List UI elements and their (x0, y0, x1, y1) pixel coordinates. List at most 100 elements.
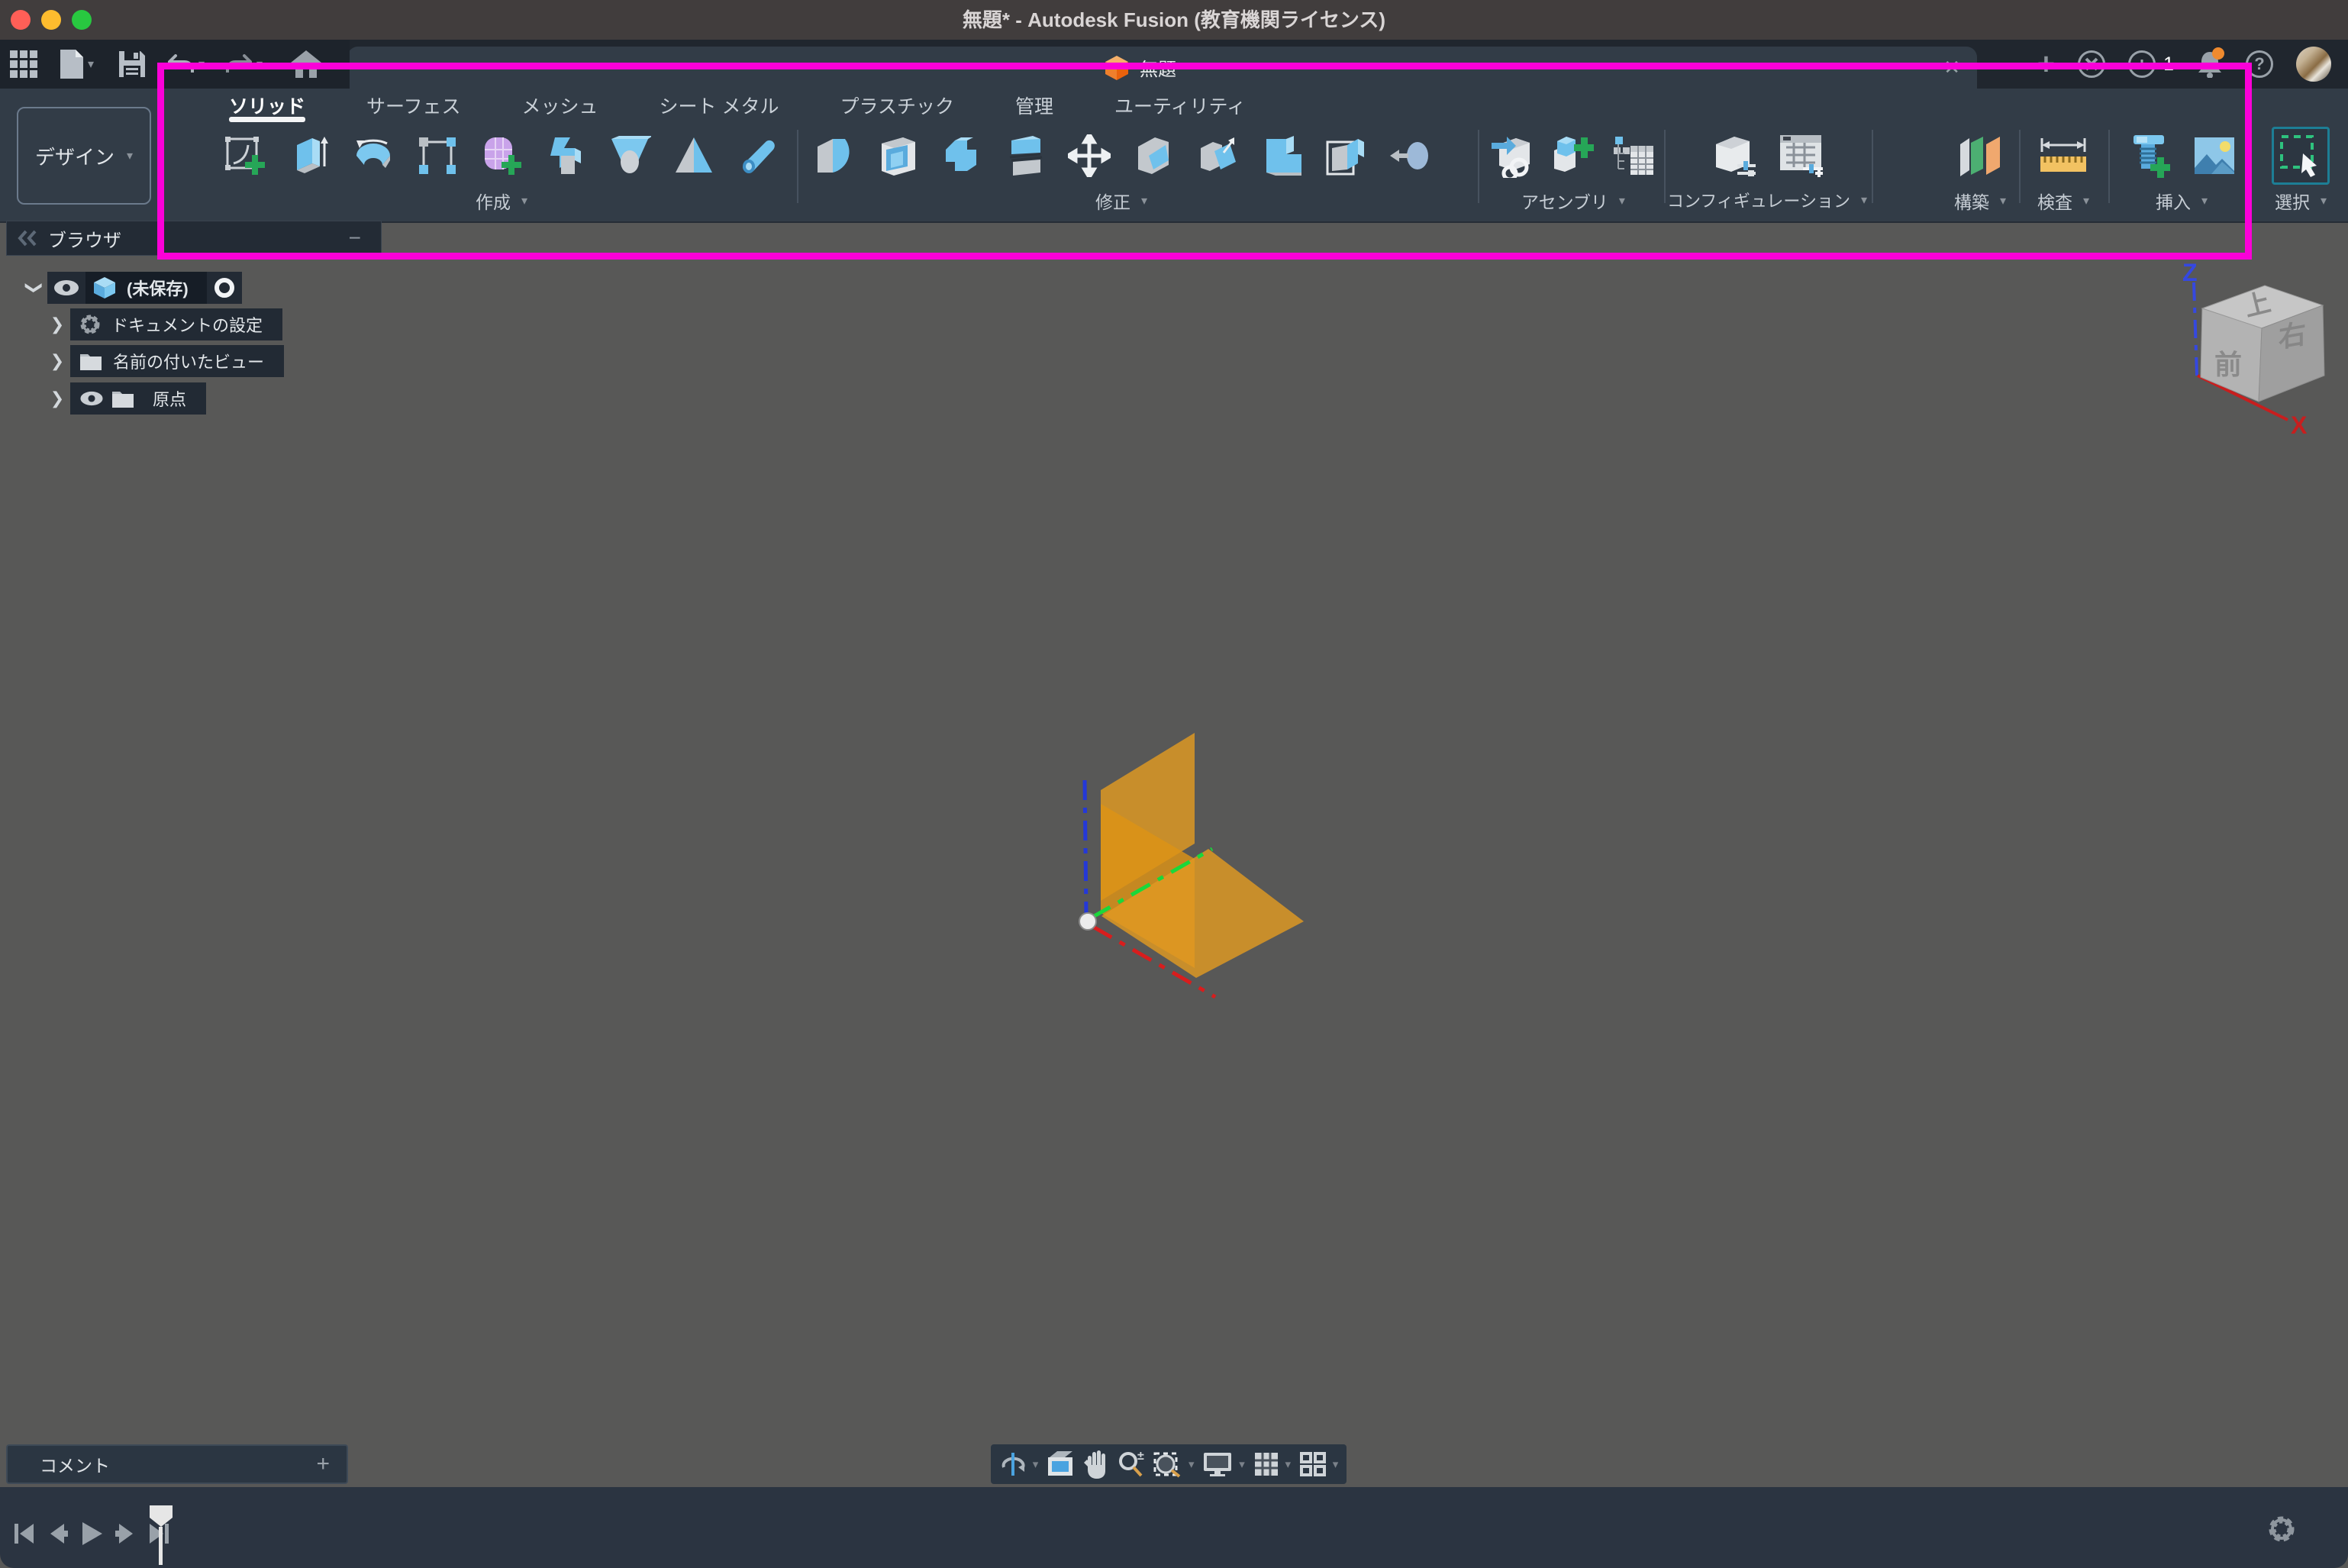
redo-caret-icon: ▾ (256, 56, 263, 72)
browser-row-origin[interactable]: ❯ 原点 (44, 382, 206, 415)
construction-plane-icon[interactable] (1956, 134, 2005, 178)
pan-button[interactable] (1084, 1450, 1110, 1479)
viewcube-front-label: 前 (2214, 349, 2242, 380)
tab-mesh[interactable]: メッシュ (522, 92, 598, 119)
active-tab-underline (229, 117, 305, 122)
browser-row-document-settings[interactable]: ❯ ドキュメントの設定 (44, 308, 282, 340)
visibility-eye-icon[interactable] (79, 391, 104, 406)
new-tab-button[interactable]: + (2037, 47, 2055, 82)
modify-caret-icon: ▾ (1141, 193, 1147, 208)
browser-row-named-views[interactable]: ❯ 名前の付いたビュー (44, 345, 284, 377)
redo-button[interactable]: ▾ (215, 40, 273, 89)
add-comment-icon[interactable]: + (316, 1451, 330, 1477)
draft-icon[interactable] (1131, 134, 1176, 178)
activate-radio-icon[interactable] (214, 278, 234, 298)
save-button[interactable] (107, 40, 157, 89)
zoom-button[interactable]: ± (1118, 1450, 1145, 1478)
configure-icon[interactable] (1709, 131, 1758, 180)
measure-icon[interactable] (2038, 134, 2088, 178)
file-menu-button[interactable]: ▾ (47, 40, 107, 89)
go-to-start-button[interactable] (12, 1522, 35, 1545)
tab-plastic[interactable]: プラスチック (840, 92, 955, 119)
grid-settings-button[interactable]: ▾ (1253, 1451, 1292, 1477)
combine-icon[interactable] (939, 134, 983, 178)
visibility-eye-icon[interactable] (53, 279, 79, 296)
app-grid-icon[interactable] (0, 40, 47, 89)
pipe-icon[interactable] (736, 134, 780, 178)
tab-manage[interactable]: 管理 (1015, 92, 1053, 119)
help-icon[interactable]: ? (2246, 50, 2273, 78)
document-tab[interactable]: 無題* ✕ (347, 47, 1977, 89)
insert-fastener-icon[interactable] (2127, 134, 2171, 178)
configuration-table-icon[interactable] (1776, 131, 1825, 180)
fillet-icon[interactable] (811, 134, 855, 178)
look-at-icon (1047, 1451, 1076, 1477)
look-at-button[interactable] (1047, 1451, 1076, 1477)
fit-button[interactable]: ▾ (1153, 1450, 1195, 1478)
collapse-panel-icon[interactable] (18, 230, 37, 247)
ribbon-separator (2108, 130, 2110, 203)
play-button[interactable] (79, 1521, 104, 1547)
split-body-icon[interactable] (1003, 134, 1047, 178)
browser-row-document[interactable]: ❯ (未保存) (21, 272, 242, 304)
step-forward-button[interactable] (114, 1522, 137, 1545)
insert-group-label[interactable]: 挿入▾ (2156, 188, 2208, 214)
step-back-button[interactable] (46, 1522, 69, 1545)
new-component-icon[interactable] (1551, 134, 1595, 178)
comments-panel[interactable]: コメント + (6, 1444, 348, 1484)
workspace-selector[interactable]: デザイン ▾ (17, 107, 151, 205)
move-copy-icon[interactable] (1067, 134, 1111, 178)
loft-icon[interactable] (608, 134, 652, 178)
assemble-group-label[interactable]: アセンブリ▾ (1521, 188, 1625, 214)
display-settings-button[interactable]: ▾ (1202, 1451, 1245, 1477)
ribbon-separator (1478, 130, 1479, 203)
sweep-icon[interactable] (543, 134, 588, 178)
create-group-label[interactable]: 作成▾ (476, 188, 527, 214)
derive-icon[interactable] (415, 134, 460, 178)
modify-group-label[interactable]: 修正▾ (1095, 188, 1147, 214)
chevron-right-icon[interactable]: ❯ (44, 351, 70, 371)
origin-triad[interactable] (1061, 718, 1321, 1008)
viewports-button[interactable]: ▾ (1299, 1451, 1339, 1477)
revolve-icon[interactable] (351, 134, 395, 178)
user-avatar[interactable] (2296, 47, 2331, 82)
canvas-image-icon[interactable] (2192, 134, 2237, 178)
timeline-settings-gear-icon[interactable] (2267, 1515, 2296, 1544)
chevron-right-icon[interactable]: ❯ (44, 389, 70, 408)
timeline-marker[interactable] (150, 1505, 173, 1565)
extrude-icon[interactable] (287, 134, 331, 178)
bom-table-icon[interactable] (1612, 134, 1656, 178)
minimize-panel-icon[interactable]: − (349, 226, 361, 250)
tab-sheet-metal[interactable]: シート メタル (660, 92, 779, 119)
insert-link-icon[interactable] (1490, 134, 1534, 178)
viewcube[interactable]: Z X 上 前 右 (2172, 260, 2347, 443)
notifications-button[interactable] (2197, 50, 2223, 78)
create-form-icon[interactable] (479, 134, 524, 178)
tab-utilities[interactable]: ユーティリティ (1114, 92, 1246, 119)
select-tool-icon[interactable] (2272, 127, 2330, 185)
replace-face-icon[interactable] (1259, 134, 1304, 178)
close-document-icon[interactable]: ✕ (1943, 56, 1960, 79)
chevron-right-icon[interactable]: ❯ (44, 315, 70, 334)
tab-solid[interactable]: ソリッド (229, 92, 305, 119)
gear-icon (79, 314, 101, 335)
extensions-icon[interactable] (2078, 50, 2105, 78)
press-pull-icon[interactable] (1388, 134, 1432, 178)
job-status[interactable]: 1 (2128, 50, 2174, 78)
create-sketch-icon[interactable] (223, 134, 267, 178)
file-menu-caret-icon: ▾ (88, 56, 94, 72)
rib-icon[interactable] (672, 134, 716, 178)
scale-icon[interactable] (1195, 134, 1240, 178)
tab-surface[interactable]: サーフェス (366, 92, 461, 119)
chevron-down-icon[interactable]: ❯ (24, 275, 44, 301)
orbit-button[interactable]: ▾ (999, 1450, 1039, 1478)
select-group-label[interactable]: 選択▾ (2275, 188, 2327, 214)
inspect-group-label[interactable]: 検査▾ (2037, 188, 2089, 214)
undo-button[interactable]: ▾ (157, 40, 215, 89)
construct-group-label[interactable]: 構築▾ (1954, 188, 2006, 214)
offset-face-icon[interactable] (1324, 134, 1368, 178)
home-button[interactable] (273, 40, 339, 89)
shell-icon[interactable] (875, 134, 919, 178)
configuration-group-label[interactable]: コンフィギュレーション▾ (1667, 188, 1867, 212)
timeline-playback-controls (12, 1521, 171, 1547)
